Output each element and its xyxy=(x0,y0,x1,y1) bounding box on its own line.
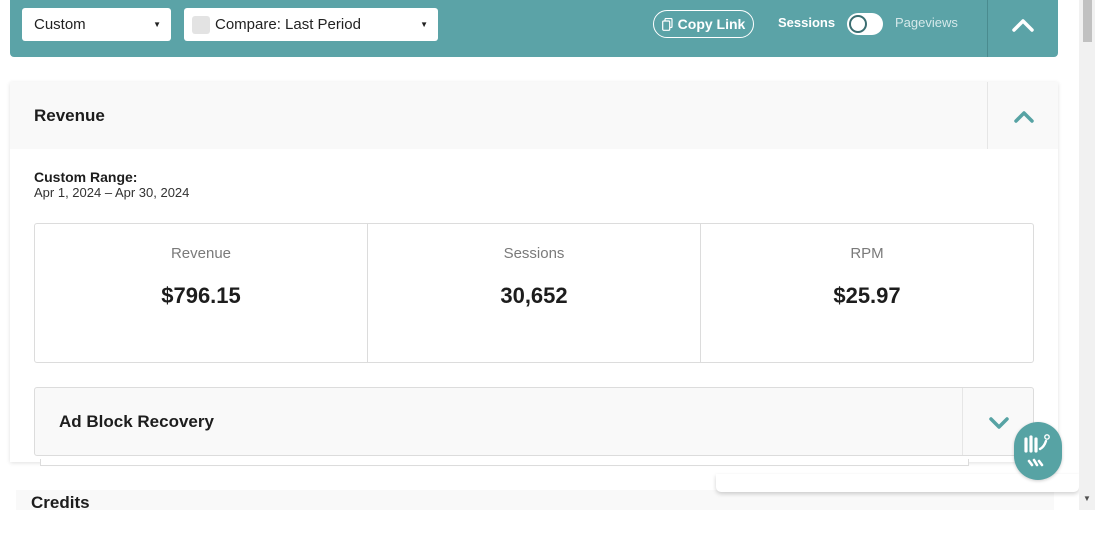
chevron-down-icon[interactable] xyxy=(988,416,1010,430)
floating-panel-edge xyxy=(716,474,1079,492)
custom-range-value: Apr 1, 2024 – Apr 30, 2024 xyxy=(34,185,190,200)
page-bottom xyxy=(0,510,1095,548)
metric-label: Revenue xyxy=(170,245,232,262)
compare-select-value: Compare: Last Period xyxy=(215,16,361,33)
chat-widget-button[interactable] xyxy=(1014,422,1062,480)
metric-value: $25.97 xyxy=(833,283,901,308)
caret-down-icon: ▼ xyxy=(420,20,428,29)
scroll-down-arrow-icon[interactable]: ▼ xyxy=(1083,494,1091,503)
caret-down-icon: ▼ xyxy=(153,20,161,29)
sessions-toggle-label: Sessions xyxy=(778,15,836,30)
vertical-scrollbar[interactable]: ▼ xyxy=(1079,0,1095,510)
metric-sessions: Sessions 30,652 xyxy=(368,224,701,362)
toggle-knob xyxy=(849,15,867,33)
date-range-select[interactable]: Custom ▼ xyxy=(22,8,171,41)
chevron-up-icon[interactable] xyxy=(1010,16,1036,34)
compare-color-swatch xyxy=(192,15,210,34)
metric-label: RPM xyxy=(850,245,884,262)
toolbar-divider xyxy=(987,0,988,57)
ad-block-recovery-panel-edge xyxy=(40,459,969,466)
pageviews-toggle-label: Pageviews xyxy=(895,15,958,30)
metric-rpm: RPM $25.97 xyxy=(701,224,1033,362)
revenue-card-title: Revenue xyxy=(34,106,105,125)
metric-value: $796.15 xyxy=(161,283,241,308)
header-divider xyxy=(987,82,988,149)
copy-link-label: Copy Link xyxy=(677,16,746,32)
revenue-card: Revenue Custom Range: Apr 1, 2024 – Apr … xyxy=(10,82,1058,466)
ad-block-recovery-title: Ad Block Recovery xyxy=(59,412,214,431)
date-range-select-value: Custom xyxy=(34,16,86,33)
top-toolbar: Custom ▼ Compare: Last Period ▼ Copy Lin… xyxy=(10,0,1058,57)
sessions-pageviews-toggle[interactable] xyxy=(847,13,883,35)
ad-block-recovery-section[interactable]: Ad Block Recovery xyxy=(34,387,1034,456)
metrics-panel: Revenue $796.15 Sessions 30,652 RPM $25.… xyxy=(34,223,1034,363)
custom-range-label: Custom Range: xyxy=(34,169,138,185)
chevron-up-icon[interactable] xyxy=(1013,110,1035,124)
credits-card[interactable]: Credits xyxy=(16,490,1054,512)
revenue-card-header[interactable]: Revenue xyxy=(10,82,1058,149)
section-divider xyxy=(962,388,963,455)
chat-logo-icon xyxy=(1024,434,1050,467)
compare-select[interactable]: Compare: Last Period ▼ xyxy=(184,8,438,41)
metric-revenue: Revenue $796.15 xyxy=(35,224,368,362)
copy-link-button[interactable]: Copy Link xyxy=(653,10,754,38)
scrollbar-thumb[interactable] xyxy=(1083,0,1092,42)
metric-value: 30,652 xyxy=(500,283,568,308)
copy-icon xyxy=(661,17,673,31)
metric-label: Sessions xyxy=(503,245,565,262)
dashboard-page: Custom ▼ Compare: Last Period ▼ Copy Lin… xyxy=(0,0,1095,548)
